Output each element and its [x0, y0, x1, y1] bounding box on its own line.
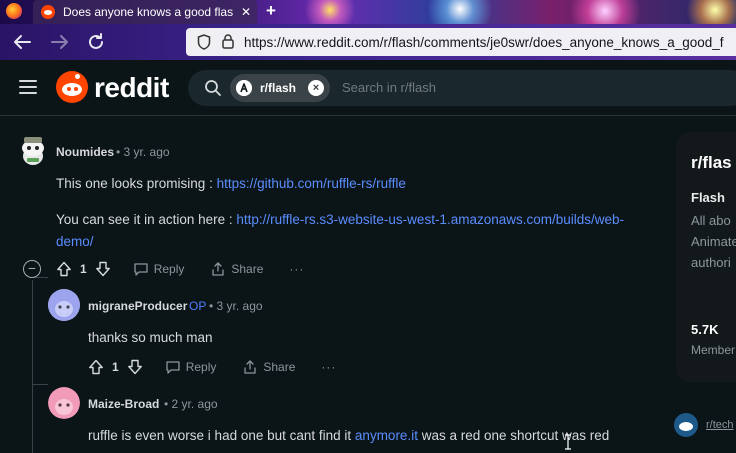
- search-chip-label: r/flash: [260, 81, 297, 95]
- subreddit-sidebar: r/flas Flash All abo Animate authori 5.7…: [676, 132, 736, 382]
- browser-tab-active[interactable]: Does anyone knows a good flas ✕: [33, 0, 257, 24]
- reply-button[interactable]: Reply: [133, 261, 185, 277]
- share-icon: [212, 262, 225, 276]
- sidebar-title[interactable]: r/flas: [691, 153, 732, 173]
- comment-body: This one looks promising : https://githu…: [56, 173, 656, 195]
- more-options-button[interactable]: ···: [321, 360, 336, 374]
- hamburger-menu-icon[interactable]: [19, 80, 37, 94]
- share-label: Share: [231, 262, 264, 276]
- chip-close-icon[interactable]: ×: [308, 80, 325, 96]
- shield-icon[interactable]: [196, 34, 212, 50]
- search-input[interactable]: Search in r/flash: [342, 80, 436, 95]
- share-icon: [244, 360, 257, 374]
- back-arrow-icon[interactable]: [10, 30, 34, 54]
- fireworks-decoration: [680, 0, 736, 24]
- reply-icon: [166, 361, 180, 374]
- browser-tab-strip: Does anyone knows a good flas ✕ +: [0, 0, 736, 24]
- sidebar-subtitle: Flash: [691, 190, 725, 205]
- subreddit-search-chip[interactable]: r/flash ×: [230, 74, 330, 102]
- github-link[interactable]: https://github.com/ruffle-rs/ruffle: [217, 176, 406, 191]
- forward-arrow-icon[interactable]: [48, 30, 72, 54]
- downvote-icon[interactable]: [95, 261, 111, 277]
- comment-text: You can see it in action here :: [56, 212, 237, 227]
- share-button[interactable]: Share: [210, 261, 263, 277]
- comment-author[interactable]: Noumides: [56, 145, 114, 159]
- text-cursor-icon: [565, 434, 571, 450]
- vote-group: 1: [88, 359, 143, 375]
- reply-icon: [134, 263, 148, 276]
- fireworks-decoration: [560, 0, 650, 24]
- search-icon: [204, 79, 222, 97]
- related-community-name: r/tech: [706, 419, 734, 431]
- tab-close-icon[interactable]: ✕: [241, 5, 251, 19]
- comment-text: This one looks promising :: [56, 176, 217, 191]
- search-bar[interactable]: r/flash × Search in r/flash: [188, 70, 736, 106]
- thread-line-branch: [32, 384, 48, 385]
- comment-section: Noumides • 3 yr. ago This one looks prom…: [0, 117, 670, 453]
- sidebar-description: All abo Animate authori: [691, 210, 736, 273]
- avatar[interactable]: [48, 289, 80, 321]
- related-community-link[interactable]: r/tech: [674, 413, 734, 437]
- comment-text: was a red one shortcut was red: [417, 428, 610, 443]
- comment-body: ruffle is even worse i had one but cant …: [88, 425, 668, 447]
- comment-timestamp: • 3 yr. ago: [209, 299, 263, 313]
- reload-icon[interactable]: [84, 30, 108, 54]
- reddit-header: reddit r/flash × Search in r/flash: [0, 60, 736, 116]
- address-bar[interactable]: https://www.reddit.com/r/flash/comments/…: [186, 28, 736, 56]
- comment-body: You can see it in action here : http://r…: [56, 209, 656, 253]
- flash-subreddit-icon: [236, 80, 252, 96]
- tab-title: Does anyone knows a good flas: [63, 5, 233, 19]
- comment-timestamp: • 2 yr. ago: [164, 397, 218, 411]
- demo-link-continued[interactable]: demo/: [56, 234, 94, 249]
- comment-actions: 1 Reply Share ···: [56, 261, 304, 277]
- collapse-thread-button[interactable]: −: [23, 260, 41, 278]
- firefox-icon[interactable]: [6, 3, 22, 19]
- reddit-wordmark[interactable]: reddit: [94, 72, 169, 104]
- sidebar-description-line: authori: [691, 255, 731, 270]
- reply-label: Reply: [153, 262, 185, 276]
- share-label: Share: [263, 360, 296, 374]
- members-label: Member: [691, 343, 736, 357]
- comment-timestamp: • 3 yr. ago: [116, 145, 170, 159]
- vote-group: 1: [56, 261, 111, 277]
- reply-label: Reply: [185, 360, 217, 374]
- avatar[interactable]: [18, 134, 48, 166]
- comment-text: ruffle is even worse i had one but cant …: [88, 428, 355, 443]
- upvote-icon[interactable]: [88, 359, 104, 375]
- thread-line: [32, 280, 33, 453]
- comment-actions: 1 Reply Share ···: [88, 359, 336, 375]
- community-avatar-icon: [674, 413, 698, 437]
- reply-button[interactable]: Reply: [165, 359, 217, 375]
- op-badge: OP: [189, 299, 207, 313]
- url-text: https://www.reddit.com/r/flash/comments/…: [244, 34, 724, 50]
- sidebar-description-line: Animate: [691, 234, 736, 249]
- comment-author[interactable]: migraneProducer: [88, 299, 187, 313]
- avatar[interactable]: [48, 387, 80, 419]
- fireworks-decoration: [420, 0, 500, 24]
- browser-nav-bar: https://www.reddit.com/r/flash/comments/…: [0, 24, 736, 60]
- sidebar-description-line: All abo: [691, 213, 731, 228]
- lock-icon[interactable]: [220, 34, 236, 50]
- upvote-icon[interactable]: [56, 261, 72, 277]
- fireworks-decoration: [300, 0, 360, 24]
- reddit-logo-icon[interactable]: [56, 71, 88, 103]
- anymore-link[interactable]: anymore.it: [355, 428, 418, 443]
- reddit-favicon-icon: [41, 5, 55, 19]
- comment-body: thanks so much man: [88, 330, 213, 345]
- downvote-icon[interactable]: [127, 359, 143, 375]
- comment-author[interactable]: Maize-Broad: [88, 397, 159, 411]
- new-tab-button[interactable]: +: [266, 1, 276, 21]
- demo-link[interactable]: http://ruffle-rs.s3-website-us-west-1.am…: [236, 212, 624, 227]
- vote-count: 1: [80, 262, 87, 276]
- share-button[interactable]: Share: [242, 359, 295, 375]
- more-options-button[interactable]: ···: [289, 262, 304, 276]
- vote-count: 1: [112, 360, 119, 374]
- members-count: 5.7K: [691, 322, 719, 337]
